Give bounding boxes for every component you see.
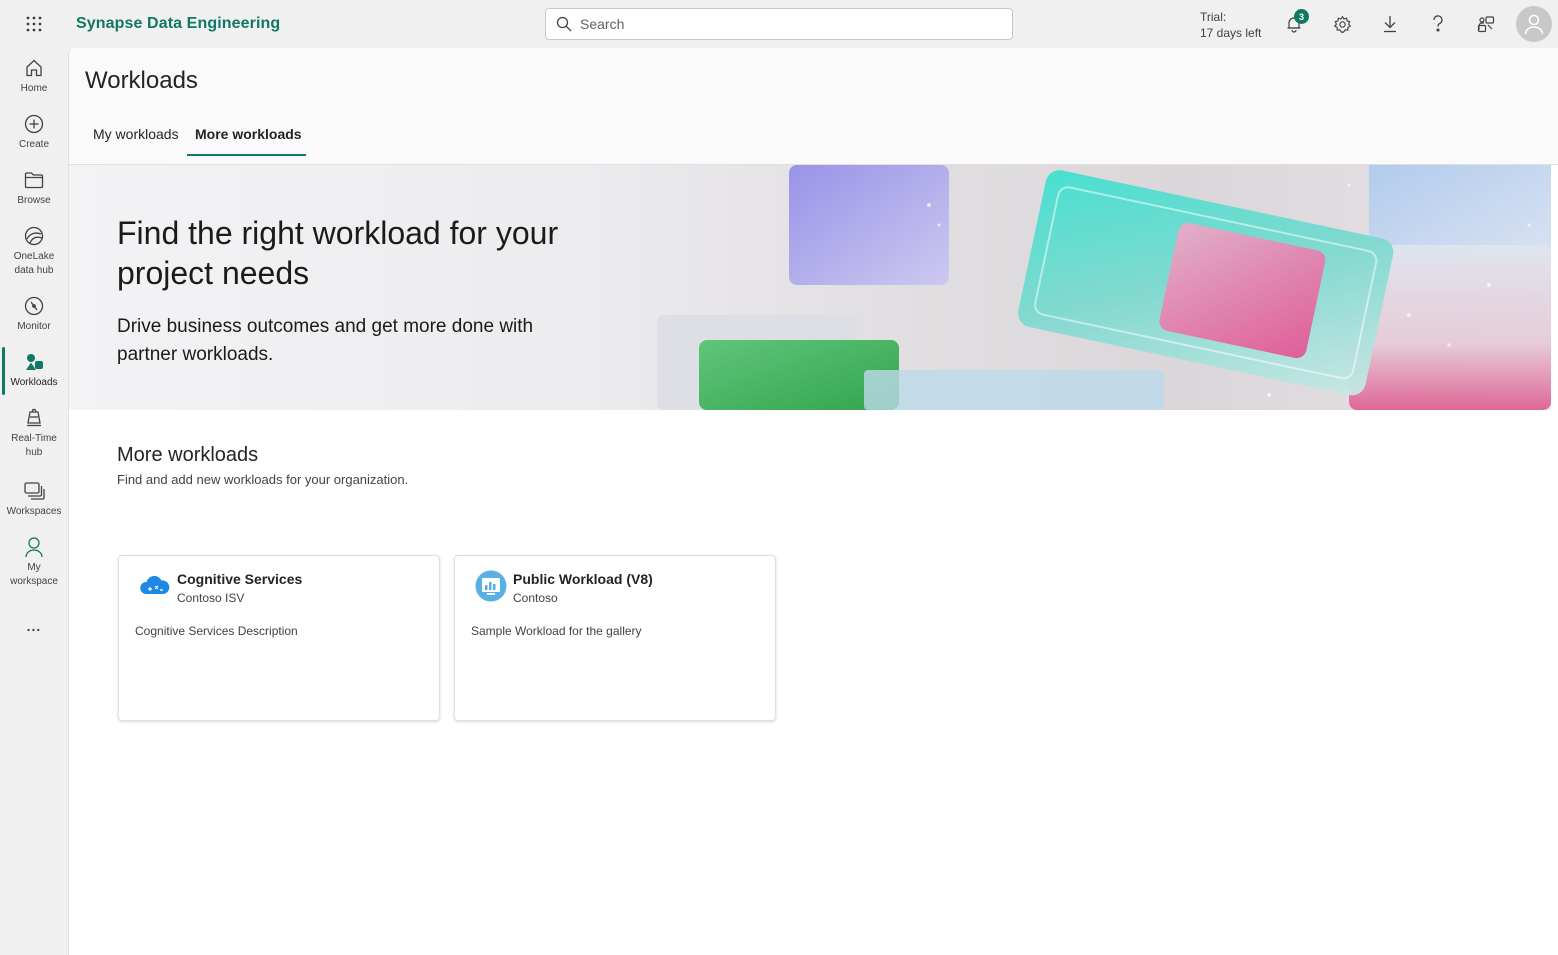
nav-my-workspace[interactable]: My workspace: [0, 535, 68, 589]
person-icon: [25, 537, 43, 558]
hero-subtitle: Drive business outcomes and get more don…: [117, 316, 534, 365]
trial-status[interactable]: Trial: 17 days left: [1200, 9, 1261, 41]
main-content: Workloads My workloads More workloads Fi…: [68, 48, 1558, 955]
active-tab-indicator: [187, 154, 306, 156]
help-icon: [1433, 15, 1443, 32]
search-icon: [556, 16, 572, 32]
avatar[interactable]: [1516, 6, 1552, 42]
nav-home[interactable]: Home: [0, 56, 68, 96]
nav-monitor-label: Monitor: [17, 321, 51, 332]
nav-workloads-label: Workloads: [10, 377, 58, 388]
share-icon: [1477, 16, 1495, 33]
nav-browse-label: Browse: [17, 195, 51, 206]
chart-icon: [475, 570, 507, 602]
download-icon: [1384, 16, 1396, 33]
card-publisher: Contoso ISV: [177, 591, 245, 605]
nav-home-label: Home: [20, 83, 48, 94]
workload-card-cognitive-services[interactable]: Cognitive Services Contoso ISV Cognitive…: [118, 555, 440, 721]
home-icon: [26, 59, 42, 77]
hero-title: Find the right workload for your project…: [117, 215, 559, 291]
onelake-icon: [24, 226, 44, 246]
card-description: Sample Workload for the gallery: [471, 624, 642, 638]
workload-card-public-workload[interactable]: Public Workload (V8) Contoso Sample Work…: [454, 555, 776, 721]
download-button[interactable]: [1374, 8, 1406, 40]
card-description: Cognitive Services Description: [135, 624, 298, 638]
search-box[interactable]: [545, 8, 1013, 40]
plus-circle-icon: [24, 114, 44, 134]
settings-button[interactable]: [1326, 8, 1358, 40]
help-button[interactable]: [1422, 8, 1454, 40]
nav-workspaces-label: Workspaces: [6, 506, 62, 517]
trial-label: Trial:: [1200, 10, 1227, 24]
notification-badge: 3: [1294, 9, 1309, 24]
cloud-icon: [140, 575, 170, 594]
nav-browse[interactable]: Browse: [0, 168, 68, 208]
trial-days-left: 17 days left: [1200, 26, 1262, 40]
section-subtitle: Find and add new workloads for your orga…: [117, 472, 409, 487]
nav-realtime-hub-label: Real-Time hub: [11, 433, 57, 458]
gear-icon: [1333, 15, 1351, 33]
nav-workloads[interactable]: Workloads: [0, 350, 68, 390]
app-launcher-button[interactable]: [0, 0, 68, 48]
page-title: Workloads: [85, 67, 198, 94]
nav-realtime-hub[interactable]: Real-Time hub: [0, 406, 68, 460]
page-header: Workloads My workloads More workloads: [69, 48, 1558, 165]
card-title: Cognitive Services: [177, 571, 303, 587]
left-nav: Home Create Browse OneLake data hub Moni…: [0, 48, 68, 955]
app-title[interactable]: Synapse Data Engineering: [76, 15, 545, 33]
person-icon: [1524, 14, 1544, 35]
monitor-icon: [24, 296, 44, 316]
workloads-icon: [26, 354, 43, 370]
nav-onelake-label: OneLake data hub: [13, 251, 55, 276]
nav-onelake[interactable]: OneLake data hub: [0, 224, 68, 278]
tab-my-workloads[interactable]: My workloads: [85, 123, 187, 157]
workspaces-icon: [24, 482, 45, 500]
nav-monitor[interactable]: Monitor: [0, 294, 68, 334]
hero-banner: Find the right workload for your project…: [69, 165, 1551, 410]
nav-create[interactable]: Create: [0, 112, 68, 152]
notifications-button[interactable]: 3: [1278, 8, 1310, 40]
waffle-icon: [26, 16, 42, 32]
share-feedback-button[interactable]: [1470, 8, 1502, 40]
card-title: Public Workload (V8): [513, 571, 653, 587]
search-input[interactable]: [580, 16, 1000, 32]
realtime-icon: [27, 408, 41, 427]
card-publisher: Contoso: [513, 591, 558, 605]
tab-more-workloads[interactable]: More workloads: [187, 123, 310, 157]
hero-image: [657, 165, 1551, 410]
nav-workspaces[interactable]: Workspaces: [0, 479, 68, 519]
more-icon: ...: [26, 618, 42, 634]
nav-create-label: Create: [18, 139, 49, 150]
folder-icon: [24, 172, 44, 189]
nav-my-workspace-label: My workspace: [10, 562, 58, 587]
section-title: More workloads: [117, 444, 259, 466]
nav-more-button[interactable]: ...: [0, 614, 68, 638]
